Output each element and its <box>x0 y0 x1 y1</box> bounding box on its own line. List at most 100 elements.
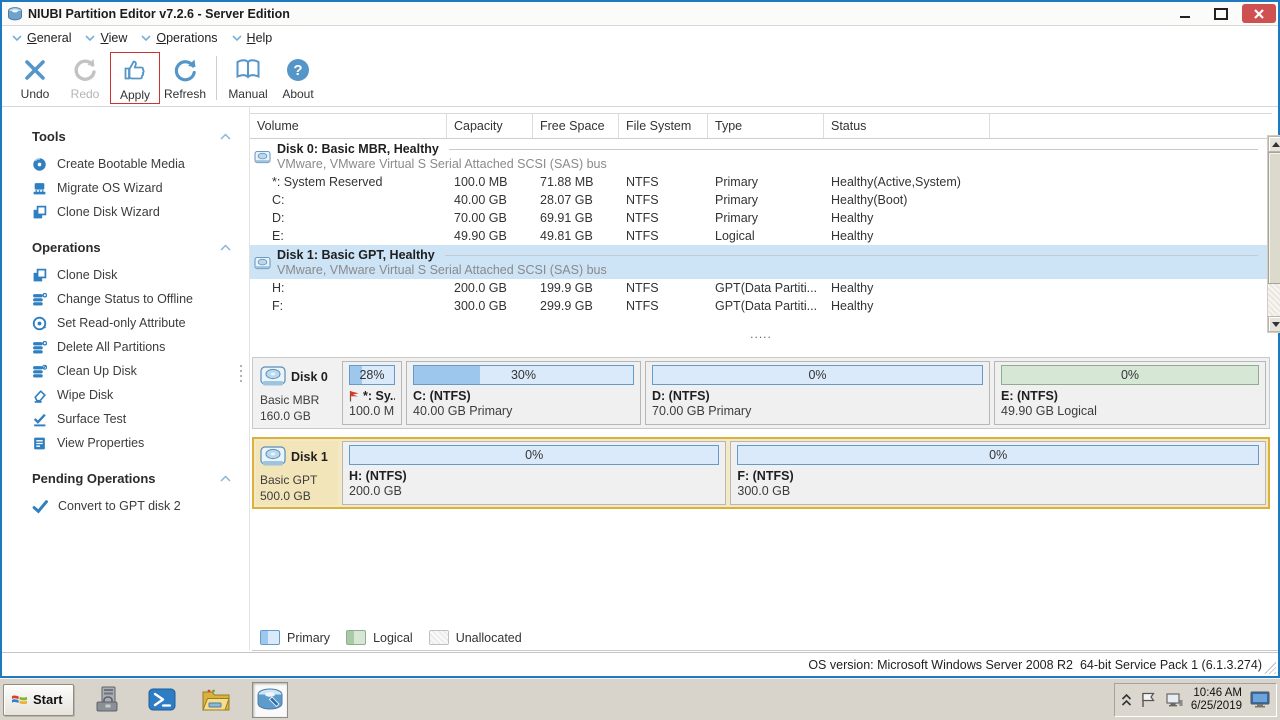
volume-row-d[interactable]: D:70.00 GB69.91 GBNTFSPrimaryHealthy <box>250 209 1272 227</box>
section-header-operations[interactable]: Operations <box>2 234 249 263</box>
group-rule <box>445 255 1258 256</box>
disk-drive-icon <box>254 250 271 277</box>
column-header-file-system[interactable]: File System <box>619 114 708 138</box>
volume-table: Disk 0: Basic MBR, Healthy VMware, VMwar… <box>250 139 1272 355</box>
usage-bar: 0% <box>737 445 1259 465</box>
partition-block-system-reserved[interactable]: 28% *: Sy... 100.0 MB <box>342 361 402 425</box>
more-rows-indicator: ..... <box>250 327 1272 341</box>
partition-block-d[interactable]: 0% D: (NTFS) 70.00 GB Primary <box>645 361 990 425</box>
partition-block-h[interactable]: 0% H: (NTFS) 200.0 GB <box>342 441 726 505</box>
menu-view[interactable]: View <box>85 31 127 45</box>
sidebar-item-clean-up-disk[interactable]: Clean Up Disk <box>2 359 249 383</box>
niubi-taskbar-button[interactable] <box>252 682 288 718</box>
menu-general[interactable]: General <box>12 31 71 45</box>
sidebar-item-migrate-os-wizard[interactable]: Migrate OS Wizard <box>2 176 249 200</box>
volume-row-c[interactable]: C:40.00 GB28.07 GBNTFSPrimaryHealthy(Boo… <box>250 191 1272 209</box>
redo-button[interactable]: Redo <box>60 52 110 104</box>
taskbar: Start 10:46 AM 6/25/2019 <box>0 678 1280 720</box>
tray-clock[interactable]: 10:46 AM 6/25/2019 <box>1191 687 1242 713</box>
sidebar-item-clone-disk-wizard[interactable]: Clone Disk Wizard <box>2 200 249 224</box>
window-title: NIUBI Partition Editor v7.2.6 - Server E… <box>28 7 290 21</box>
column-header-volume[interactable]: Volume <box>250 114 447 138</box>
volume-row-e[interactable]: E:49.90 GB49.81 GBNTFSLogicalHealthy <box>250 227 1272 245</box>
readonly-icon <box>32 316 47 331</box>
volume-row-system-reserved[interactable]: *: System Reserved100.0 MB71.88 MBNTFSPr… <box>250 173 1272 191</box>
os-version-text: OS version: Microsoft Windows Server 200… <box>808 658 1262 672</box>
sidebar-item-delete-all-partitions[interactable]: Delete All Partitions <box>2 335 249 359</box>
status-bar: OS version: Microsoft Windows Server 200… <box>2 652 1278 676</box>
usage-bar: 0% <box>1001 365 1259 385</box>
chevron-down-icon <box>232 35 242 42</box>
column-header-type[interactable]: Type <box>708 114 824 138</box>
sidebar-item-wipe-disk[interactable]: Wipe Disk <box>2 383 249 407</box>
show-hidden-icons-chevron[interactable] <box>1121 693 1132 707</box>
disk0-header[interactable]: Disk 0 Basic MBR 160.0 GB <box>256 361 338 425</box>
menu-bar: General View Operations Help <box>2 26 1278 50</box>
refresh-button[interactable]: Refresh <box>160 52 210 104</box>
chevron-down-icon <box>85 35 95 42</box>
column-header-status[interactable]: Status <box>824 114 990 138</box>
panel-splitter-handle[interactable] <box>240 365 242 382</box>
migrate-os-icon <box>32 181 47 196</box>
server-manager-icon <box>93 685 123 715</box>
check-underline-icon <box>32 412 47 427</box>
sidebar-item-view-properties[interactable]: View Properties <box>2 431 249 455</box>
menu-operations[interactable]: Operations <box>141 31 217 45</box>
disk-group-subtitle: VMware, VMware Virtual S Serial Attached… <box>277 263 1272 277</box>
niubi-disk-icon <box>255 685 285 715</box>
menu-help[interactable]: Help <box>232 31 273 45</box>
table-scrollbar[interactable] <box>1267 135 1280 333</box>
checkmark-icon <box>32 499 48 514</box>
sidebar-item-clone-disk[interactable]: Clone Disk <box>2 263 249 287</box>
column-header-free-space[interactable]: Free Space <box>533 114 619 138</box>
pending-item-convert-gpt[interactable]: Convert to GPT disk 2 <box>2 494 249 518</box>
document-icon <box>32 436 47 451</box>
svg-text:?: ? <box>293 62 302 79</box>
partition-block-e[interactable]: 0% E: (NTFS) 49.90 GB Logical <box>994 361 1266 425</box>
app-icon <box>7 6 23 22</box>
disk-stack-icon <box>32 292 47 307</box>
minimize-button[interactable] <box>1170 4 1200 23</box>
disk-group-header-0[interactable]: Disk 0: Basic MBR, Healthy VMware, VMwar… <box>250 139 1272 173</box>
chevron-down-icon <box>141 35 151 42</box>
desktop: NIUBI Partition Editor v7.2.6 - Server E… <box>0 0 1280 720</box>
server-manager-button[interactable] <box>90 682 126 718</box>
sidebar-item-set-readonly[interactable]: Set Read-only Attribute <box>2 311 249 335</box>
disk1-header[interactable]: Disk 1 Basic GPT 500.0 GB <box>256 441 338 505</box>
explorer-button[interactable] <box>198 682 234 718</box>
resize-grip[interactable] <box>1264 662 1276 674</box>
action-center-flag-icon[interactable] <box>1140 691 1157 708</box>
partition-block-f[interactable]: 0% F: (NTFS) 300.0 GB <box>730 441 1266 505</box>
start-button[interactable]: Start <box>3 684 74 716</box>
apply-button[interactable]: Apply <box>110 52 160 104</box>
disk-group-header-1[interactable]: Disk 1: Basic GPT, Healthy VMware, VMwar… <box>250 245 1272 279</box>
volume-row-h[interactable]: H:200.0 GB199.9 GBNTFSGPT(Data Partiti..… <box>250 279 1272 297</box>
sidebar-item-create-bootable-media[interactable]: Create Bootable Media <box>2 152 249 176</box>
table-header: Volume Capacity Free Space File System T… <box>250 113 1272 139</box>
scroll-down-button[interactable] <box>1268 316 1280 332</box>
about-button[interactable]: ? About <box>273 52 323 104</box>
close-button[interactable] <box>1242 4 1276 23</box>
primary-swatch <box>260 630 280 645</box>
powershell-icon <box>147 685 177 715</box>
column-header-capacity[interactable]: Capacity <box>447 114 533 138</box>
undo-button[interactable]: Undo <box>10 52 60 104</box>
scroll-up-button[interactable] <box>1268 136 1280 152</box>
sidebar-item-surface-test[interactable]: Surface Test <box>2 407 249 431</box>
network-icon[interactable] <box>1165 692 1183 708</box>
legend-primary: Primary <box>260 630 330 645</box>
show-desktop-icon[interactable] <box>1250 691 1270 708</box>
section-header-tools[interactable]: Tools <box>2 123 249 152</box>
powershell-button[interactable] <box>144 682 180 718</box>
maximize-button[interactable] <box>1206 4 1236 23</box>
section-header-pending[interactable]: Pending Operations <box>2 465 249 494</box>
manual-button[interactable]: Manual <box>223 52 273 104</box>
scrollbar-track[interactable] <box>1268 284 1280 316</box>
sidebar-section-tools: Tools Create Bootable Media Migrate OS W… <box>2 123 249 224</box>
sidebar-item-change-status-offline[interactable]: Change Status to Offline <box>2 287 249 311</box>
clock-time: 10:46 AM <box>1191 687 1242 700</box>
volume-row-f[interactable]: F:300.0 GB299.9 GBNTFSGPT(Data Partiti..… <box>250 297 1272 315</box>
partition-block-c[interactable]: 30% C: (NTFS) 40.00 GB Primary <box>406 361 641 425</box>
scrollbar-thumb[interactable] <box>1268 152 1280 284</box>
book-icon <box>233 55 263 85</box>
